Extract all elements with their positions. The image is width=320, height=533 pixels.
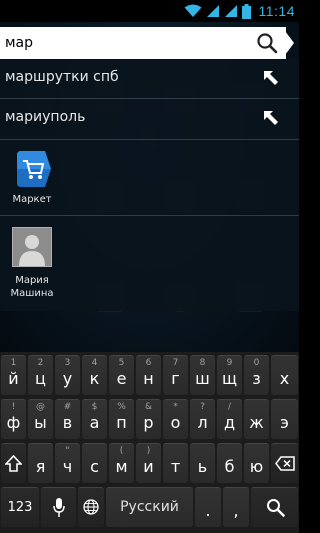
signal-icon xyxy=(224,5,237,17)
search-bar xyxy=(0,27,299,59)
key[interactable]: ю xyxy=(244,443,269,483)
key[interactable]: т xyxy=(163,443,188,483)
key[interactable]: & р xyxy=(136,399,161,439)
search-icon[interactable] xyxy=(256,32,278,54)
key[interactable]: # в xyxy=(55,399,80,439)
language-key[interactable] xyxy=(78,487,104,527)
key[interactable]: 0з xyxy=(244,355,269,395)
key[interactable]: х xyxy=(271,355,298,395)
period-glyph: . xyxy=(205,501,211,520)
key[interactable]: б xyxy=(217,443,242,483)
key[interactable]: 8ш xyxy=(190,355,215,395)
wifi-icon xyxy=(184,4,201,17)
suggestion-item[interactable]: мариуполь xyxy=(0,99,299,139)
key[interactable]: ж xyxy=(244,399,269,439)
app-label: Маркет xyxy=(12,194,52,205)
clock: 11:14 xyxy=(258,3,295,19)
arrow-up-left-icon[interactable] xyxy=(263,70,279,86)
signal-icon xyxy=(206,5,219,17)
shift-key[interactable] xyxy=(1,443,26,483)
key[interactable]: 6н xyxy=(136,355,161,395)
key[interactable]: ! ф xyxy=(1,399,26,439)
key[interactable]: @ ы xyxy=(28,399,53,439)
key[interactable]: (м xyxy=(109,443,134,483)
voice-input-key[interactable] xyxy=(41,487,76,527)
key[interactable]: 3у xyxy=(55,355,80,395)
app-result-item[interactable]: Маркет xyxy=(0,140,64,215)
search-key[interactable] xyxy=(251,487,298,527)
key[interactable]: 1й xyxy=(1,355,26,395)
key[interactable]: 5е xyxy=(109,355,134,395)
keyboard: 1й 2ц 3у 4к 5е 6н 7г 8ш 9щ 0з х ! ф @ ы # в… xyxy=(0,352,299,533)
key[interactable]: % п xyxy=(109,399,134,439)
suggestion-text: маршрутки спб xyxy=(5,69,119,85)
play-market-icon[interactable] xyxy=(13,149,51,189)
numbers-key[interactable]: 123 xyxy=(1,487,39,527)
search-bar-arrow xyxy=(282,27,294,59)
backspace-key[interactable] xyxy=(271,443,298,483)
space-key[interactable]: Русский xyxy=(106,487,193,527)
status-bar: 11:14 xyxy=(0,0,299,22)
contact-avatar-icon[interactable] xyxy=(12,227,52,267)
keyboard-row-3: я " ч с (м ) и т ь б ю xyxy=(0,443,299,483)
search-input[interactable] xyxy=(0,27,286,59)
key[interactable]: * о xyxy=(163,399,188,439)
keyboard-row-1: 1й 2ц 3у 4к 5е 6н 7г 8ш 9щ 0з х xyxy=(0,355,299,395)
contact-result: Мария Машина xyxy=(0,216,299,311)
arrow-up-left-icon[interactable] xyxy=(263,110,279,126)
backspace-icon xyxy=(275,456,295,471)
microphone-icon xyxy=(53,498,65,517)
comma-glyph: , xyxy=(233,501,239,520)
contact-last-name: Машина xyxy=(10,288,54,299)
key[interactable]: ь xyxy=(190,443,215,483)
contact-first-name: Мария xyxy=(15,275,49,286)
comma-key[interactable]: , xyxy=(223,487,249,527)
key[interactable]: ? л xyxy=(190,399,215,439)
key[interactable]: 7г xyxy=(163,355,188,395)
key[interactable]: с xyxy=(82,443,107,483)
key[interactable]: " ч xyxy=(55,443,80,483)
period-key[interactable]: . xyxy=(195,487,221,527)
contact-label: Мария Машина xyxy=(0,274,64,300)
key[interactable]: 9щ xyxy=(217,355,242,395)
key[interactable]: ) и xyxy=(136,443,161,483)
search-icon xyxy=(267,499,285,517)
key[interactable]: / д xyxy=(217,399,242,439)
key[interactable]: $ а xyxy=(82,399,107,439)
status-icons: 11:14 xyxy=(184,2,296,20)
battery-icon xyxy=(241,3,251,19)
keyboard-row-4: 123 Русский . , xyxy=(0,487,299,527)
key[interactable]: 2ц xyxy=(28,355,53,395)
key[interactable]: э xyxy=(271,399,298,439)
suggestion-text: мариуполь xyxy=(5,109,86,125)
contact-result-item[interactable]: Мария Машина xyxy=(0,216,64,311)
app-result: Маркет xyxy=(0,140,299,215)
key[interactable]: я xyxy=(28,443,53,483)
shift-icon xyxy=(5,455,22,472)
suggestion-item[interactable]: маршрутки спб xyxy=(0,59,299,99)
keyboard-row-2: ! ф @ ы # в $ а % п & р * о ? л / д ж э xyxy=(0,399,299,439)
globe-icon xyxy=(83,499,99,515)
key[interactable]: 4к xyxy=(82,355,107,395)
